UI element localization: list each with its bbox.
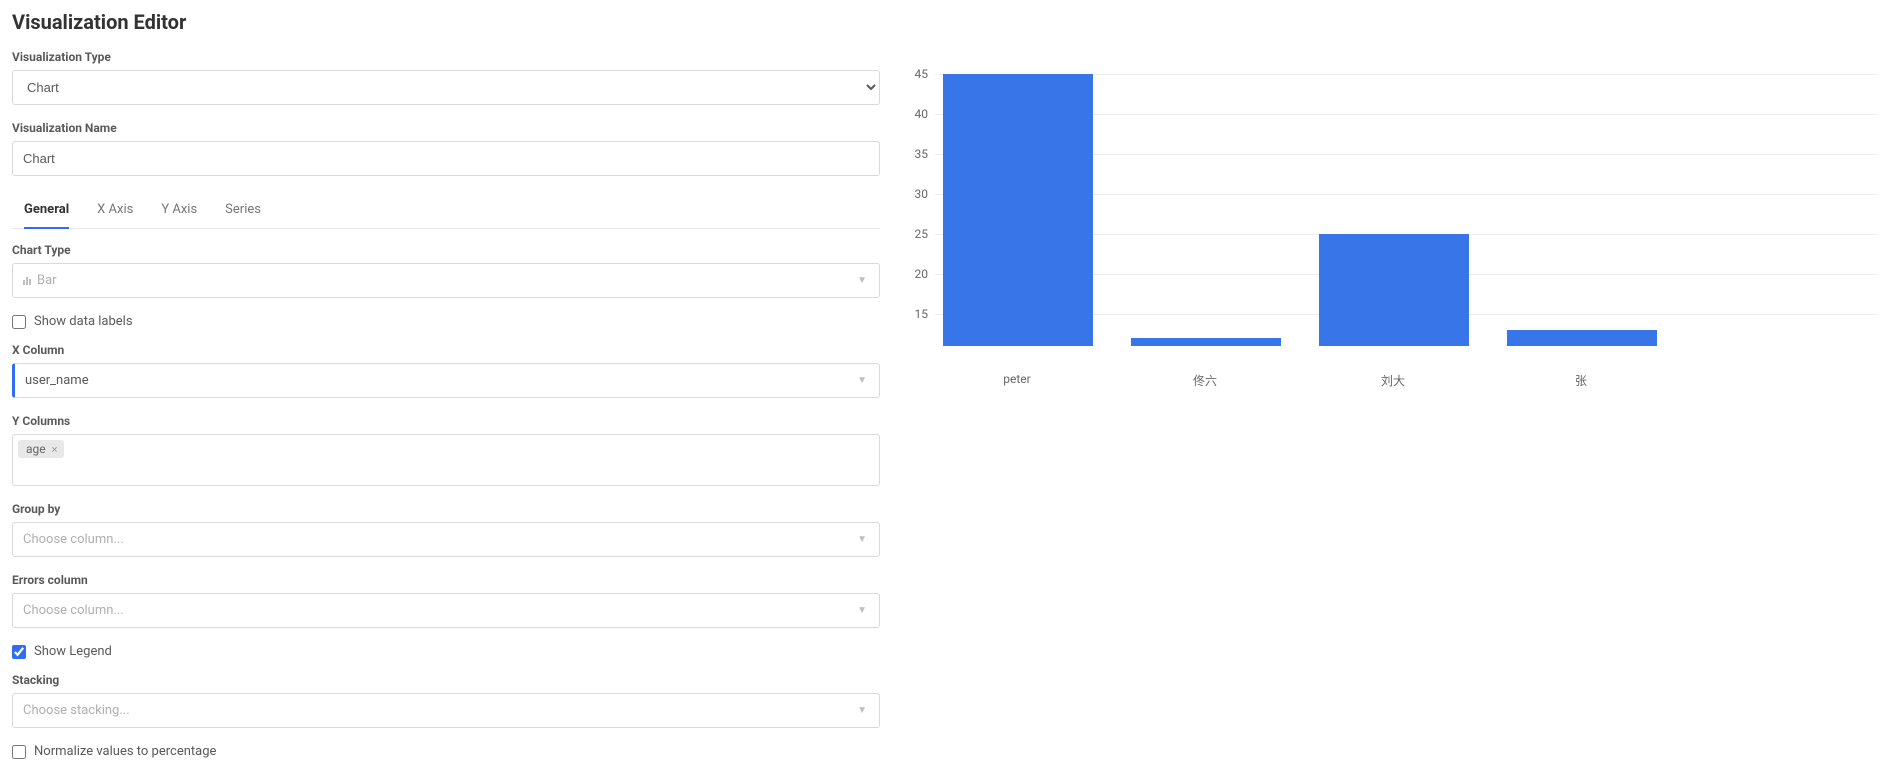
viz-type-label: Visualization Type <box>12 50 880 64</box>
viz-type-select[interactable]: Chart <box>12 70 880 105</box>
chart-bar[interactable] <box>943 74 1093 346</box>
chart-type-value: Bar <box>37 273 57 288</box>
tab-general[interactable]: General <box>24 192 69 229</box>
group-by-label: Group by <box>12 502 880 516</box>
chart-bar[interactable] <box>1507 330 1657 346</box>
chart-type-label: Chart Type <box>12 243 880 257</box>
stacking-placeholder: Choose stacking... <box>23 703 130 718</box>
y-column-tag[interactable]: age × <box>18 440 64 458</box>
chart-bar[interactable] <box>1131 338 1281 346</box>
chevron-down-icon: ▼ <box>857 705 867 716</box>
x-column-value: user_name <box>25 373 89 388</box>
chevron-down-icon: ▼ <box>857 275 867 286</box>
chart-bar[interactable] <box>1319 234 1469 346</box>
y-column-tag-label: age <box>26 442 46 456</box>
x-axis-label: 刘大 <box>1381 372 1405 389</box>
show-legend-label: Show Legend <box>34 644 112 659</box>
tab-y-axis[interactable]: Y Axis <box>161 192 197 229</box>
errors-column-placeholder: Choose column... <box>23 603 124 618</box>
x-column-label: X Column <box>12 343 880 357</box>
y-axis-tick: 35 <box>915 147 929 161</box>
viz-name-label: Visualization Name <box>12 121 880 135</box>
y-axis-tick: 40 <box>915 107 929 121</box>
viz-name-input[interactable] <box>12 141 880 176</box>
y-columns-label: Y Columns <box>12 414 880 428</box>
x-axis-label: 张 <box>1575 372 1587 389</box>
chart-type-select[interactable]: Bar ▼ <box>12 263 880 298</box>
normalize-checkbox[interactable] <box>12 745 26 759</box>
chevron-down-icon: ▼ <box>857 375 867 386</box>
y-axis-tick: 45 <box>915 67 929 81</box>
show-data-labels-label: Show data labels <box>34 314 133 329</box>
close-icon[interactable]: × <box>50 443 60 456</box>
y-axis-tick: 25 <box>915 227 929 241</box>
tab-series[interactable]: Series <box>225 192 261 229</box>
x-column-select[interactable]: user_name ▼ <box>12 363 880 398</box>
errors-column-label: Errors column <box>12 573 880 587</box>
stacking-select[interactable]: Choose stacking... ▼ <box>12 693 880 728</box>
page-title: Visualization Editor <box>12 10 880 34</box>
y-columns-input[interactable]: age × <box>12 434 880 486</box>
chart-preview: 15 20 25 30 35 40 45 <box>904 66 1878 366</box>
show-legend-checkbox[interactable] <box>12 645 26 659</box>
bar-chart-icon <box>23 277 31 285</box>
errors-column-select[interactable]: Choose column... ▼ <box>12 593 880 628</box>
x-axis-label: peter <box>1003 372 1030 386</box>
tab-x-axis[interactable]: X Axis <box>97 192 133 229</box>
show-data-labels-checkbox[interactable] <box>12 315 26 329</box>
y-axis-tick: 15 <box>915 307 929 321</box>
x-axis-label: 佟六 <box>1193 372 1217 389</box>
chevron-down-icon: ▼ <box>857 605 867 616</box>
group-by-placeholder: Choose column... <box>23 532 124 547</box>
stacking-label: Stacking <box>12 673 880 687</box>
tabs: General X Axis Y Axis Series <box>12 192 880 229</box>
y-axis-tick: 20 <box>915 267 929 281</box>
normalize-label: Normalize values to percentage <box>34 744 216 759</box>
group-by-select[interactable]: Choose column... ▼ <box>12 522 880 557</box>
y-axis-tick: 30 <box>915 187 929 201</box>
chevron-down-icon: ▼ <box>857 534 867 545</box>
